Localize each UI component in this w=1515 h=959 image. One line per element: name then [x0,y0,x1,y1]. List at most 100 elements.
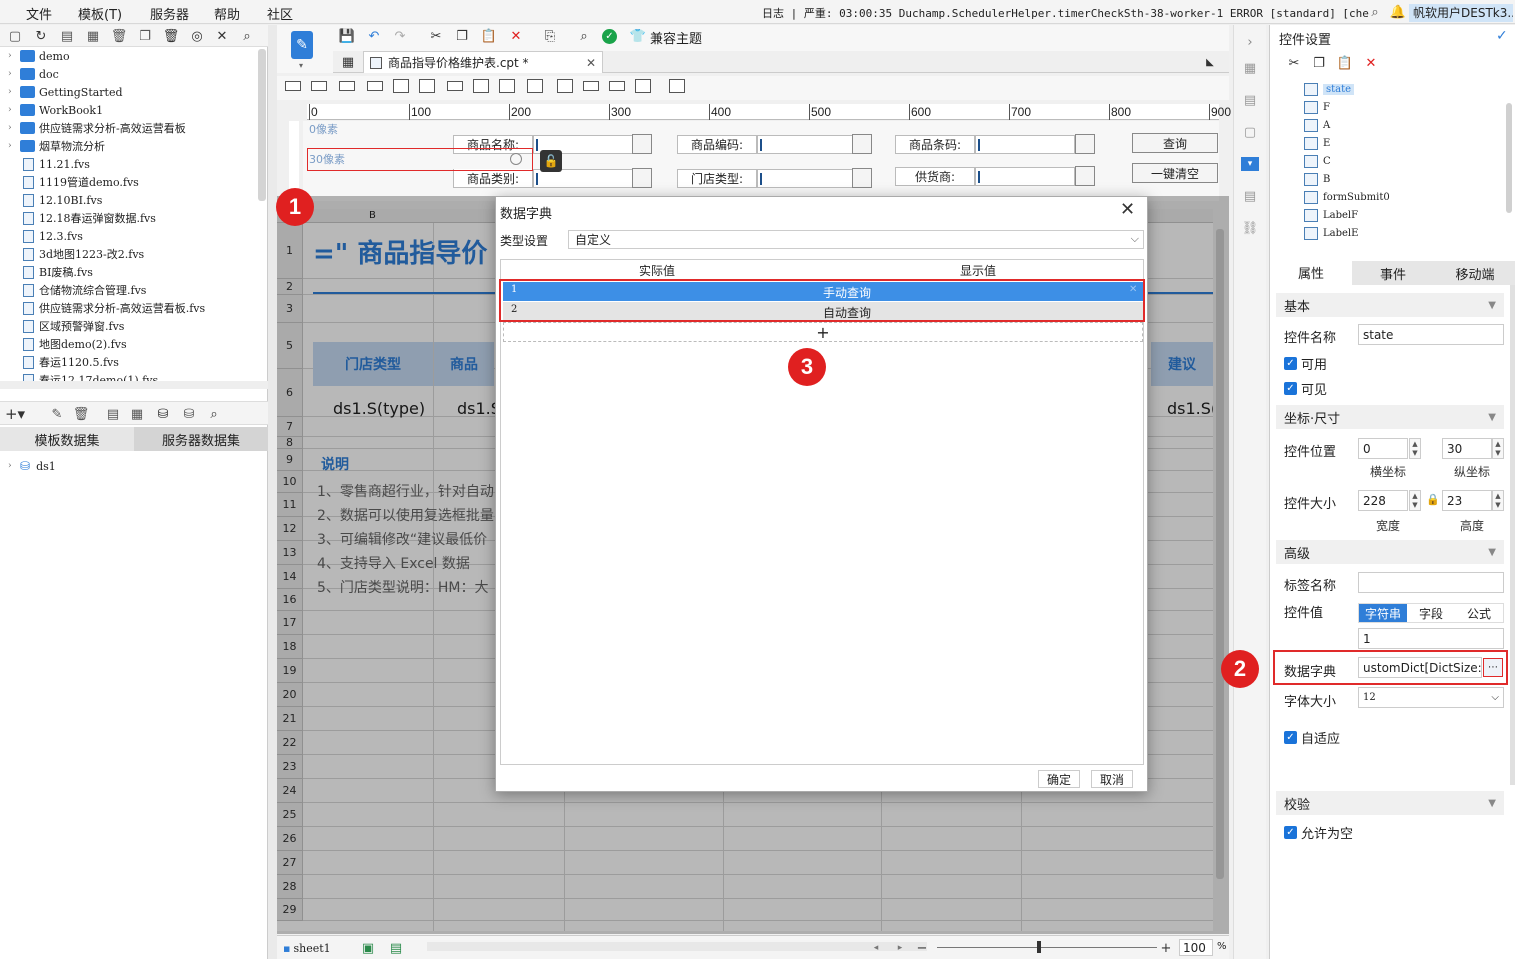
expand-icon[interactable]: › [8,461,20,471]
query-button[interactable]: 查询 [1132,133,1218,153]
pos-x-stepper[interactable]: ▲ ▼ [1409,438,1421,459]
allow-empty-checkbox[interactable]: ✓ 允许为空 [1284,823,1353,842]
widget-btn[interactable] [852,134,872,154]
link-icon[interactable]: ⛓ [1241,219,1259,237]
file-widget-icon[interactable] [557,79,573,93]
button-widget-icon[interactable] [339,81,355,91]
folder-item[interactable]: › doc [8,65,59,83]
dataset-item[interactable]: › ⛁ ds1 [8,457,56,475]
database-icon[interactable]: ⛁ [154,405,172,423]
date-widget-icon[interactable] [393,79,409,93]
menu-community[interactable]: 社区 [267,4,293,23]
file-item[interactable]: 12.10BI.fvs [8,191,102,209]
database-edit-icon[interactable]: ⛁ [180,405,198,423]
edit-dataset-icon[interactable]: ✎ [48,405,66,423]
theme-icon[interactable]: 👕 [629,27,647,45]
cell-element-icon[interactable]: ▤ [1241,91,1259,109]
section-geometry[interactable]: 坐标·尺寸 ▼ [1276,405,1504,429]
cut-icon[interactable]: ✂ [1285,54,1303,72]
value-input[interactable]: 1 [1358,628,1504,649]
width-input[interactable]: 228 [1358,490,1408,511]
add-dashboard-icon[interactable]: ▤ [387,939,405,957]
tab-template-dataset[interactable]: 模板数据集 [0,427,134,451]
file-item[interactable]: 春运1120.5.fvs [8,353,119,371]
file-item[interactable]: 区域预警弹窗.fvs [8,317,124,335]
widget-tree-item[interactable]: F [1304,99,1330,115]
label-barcode[interactable]: 商品条码: [895,135,975,154]
section-validation[interactable]: 校验 ▼ [1276,791,1504,815]
widget-btn[interactable] [1075,134,1095,154]
log-bar[interactable]: 日志 | 严重: 03:00:35 Duchamp.SchedulerHelpe… [762,5,1370,21]
height-stepper[interactable]: ▲ ▼ [1492,490,1504,511]
pos-y-input[interactable]: 30 [1442,438,1492,459]
tree-scrollbar[interactable] [1506,103,1512,213]
copy-icon[interactable]: ❐ [453,27,471,45]
value-type-formula[interactable]: 公式 [1455,604,1503,622]
zoom-slider-thumb[interactable] [1037,941,1041,953]
widget-tree-item[interactable]: LabelE [1304,225,1358,241]
user-menu[interactable]: 帆软用户DESTk3... [1409,4,1513,22]
height-input[interactable]: 23 [1442,490,1492,511]
widget-tree-item[interactable]: state [1304,81,1355,97]
folder-item[interactable]: › WorkBook1 [8,101,103,119]
compat-theme-button[interactable]: 兼容主题 [650,28,702,47]
preview-icon[interactable]: ⎘ [541,27,559,45]
open-icon[interactable]: ▤ [58,27,76,45]
close-icon[interactable]: ✕ [1120,199,1135,220]
zoom-input[interactable]: 100 [1179,939,1213,956]
grid-icon[interactable]: ▦ [339,53,357,71]
input-supplier[interactable] [975,167,1075,186]
folder-item[interactable]: › demo [8,47,70,65]
state-widget-selected[interactable] [307,148,533,171]
label-store-type[interactable]: 门店类型: [677,169,757,188]
pin-icon[interactable]: ✓ [1496,28,1508,44]
adaptive-checkbox[interactable]: ✓ 自适应 [1284,728,1340,747]
tab-events[interactable]: 事件 [1352,261,1434,285]
label-product-code[interactable]: 商品编码: [677,135,757,154]
file-item[interactable]: 3d地图1223-改2.fvs [8,245,144,263]
table-icon[interactable]: ▦ [128,405,146,423]
paste-icon[interactable]: 📋 [1336,54,1354,72]
widget-tree-item[interactable]: E [1304,135,1330,151]
enabled-checkbox[interactable]: ✓ 可用 [1284,354,1327,373]
redo-icon[interactable]: ↷ [391,27,409,45]
combo-widget-icon[interactable] [367,81,383,91]
menu-template[interactable]: 模板(T) [78,4,122,23]
folder-item[interactable]: › GettingStarted [8,83,123,101]
input-store-type[interactable] [757,169,853,188]
next-icon[interactable]: ▸ [891,939,909,957]
width-stepper[interactable]: ▲ ▼ [1409,490,1421,511]
clear-all-button[interactable]: 一键清空 [1132,163,1218,183]
file-item[interactable]: 11.21.fvs [8,155,90,173]
widget-tree-item[interactable]: formSubmit0 [1304,189,1390,205]
input-product-code[interactable] [757,135,853,154]
menu-file[interactable]: 文件 [26,4,52,23]
tree-widget-icon[interactable] [583,81,599,91]
explorer-search-icon[interactable]: ⌕ [238,27,256,45]
visible-checkbox[interactable]: ✓ 可见 [1284,379,1327,398]
label-widget-icon[interactable] [311,81,327,91]
sheet-hscroll[interactable] [427,942,927,951]
widget-btn[interactable] [632,134,652,154]
explorer-scrollbar[interactable] [258,49,266,201]
unlock-icon[interactable]: 🔓 [540,150,562,172]
widget-tree-item[interactable]: B [1304,171,1330,187]
props-scrollbar[interactable] [1510,285,1515,785]
trash-icon[interactable]: 🗑 [162,27,180,45]
doc-tab[interactable]: 商品指导价格维护表.cpt * ✕ [363,51,603,73]
input-barcode[interactable] [975,135,1075,154]
expand-pane-icon[interactable]: › [1241,33,1259,51]
file-item[interactable]: 供应链需求分析-高效运营看板.fvs [8,299,205,317]
file-item[interactable]: 12.3.fvs [8,227,83,245]
splitter[interactable] [268,25,277,959]
close-tab-icon[interactable]: ✕ [586,56,596,70]
type-select[interactable]: 自定义 ⌵ [568,230,1144,249]
tab-menu-icon[interactable]: ◣ [1201,53,1219,71]
zoom-slider[interactable] [937,947,1157,948]
undo-icon[interactable]: ↶ [365,27,383,45]
preview-dataset-icon[interactable]: ▤ [104,405,122,423]
zoom-in-icon[interactable]: + [1157,939,1175,957]
widget-btn[interactable] [632,168,652,188]
menu-help[interactable]: 帮助 [214,4,240,23]
delete-dataset-icon[interactable]: 🗑 [72,405,90,423]
